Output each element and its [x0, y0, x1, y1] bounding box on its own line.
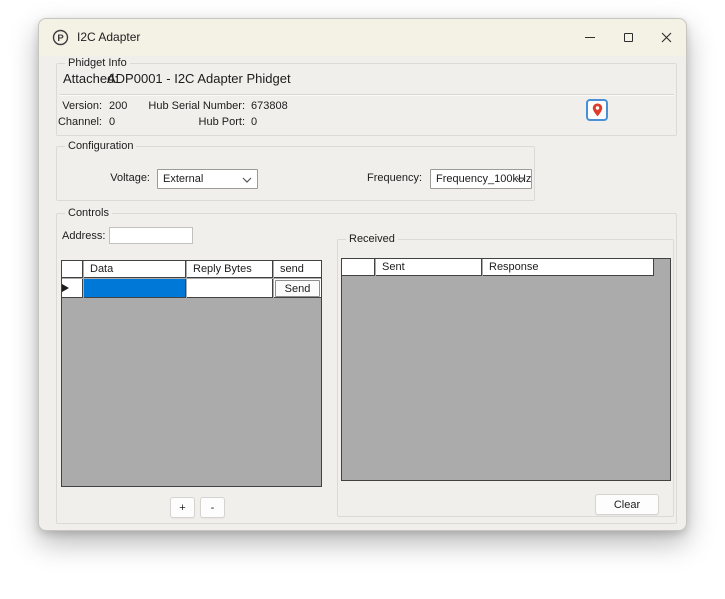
clear-button[interactable]: Clear — [595, 494, 659, 515]
channel-value: 0 — [109, 116, 115, 128]
reply-bytes-cell[interactable] — [187, 279, 273, 298]
column-header-data[interactable]: Data — [84, 261, 186, 278]
column-header-sent[interactable]: Sent — [376, 259, 482, 276]
address-label: Address: — [62, 230, 105, 242]
row-selector-cell[interactable] — [62, 279, 83, 298]
phidget-info-group: Phidget Info Attached: ADP0001 - I2C Ada… — [56, 63, 677, 136]
configuration-group-label: Configuration — [65, 140, 136, 153]
received-group-label: Received — [346, 233, 398, 246]
chevron-down-icon — [516, 177, 526, 183]
add-row-button[interactable]: + — [170, 497, 195, 518]
minimize-button[interactable] — [571, 19, 609, 56]
grid-corner-header — [62, 261, 83, 278]
frequency-dropdown[interactable]: Frequency_100kHz — [430, 169, 532, 189]
svg-text:P: P — [57, 33, 64, 44]
column-header-send[interactable]: send — [274, 261, 321, 278]
maximize-icon — [624, 33, 633, 42]
voltage-selected-value: External — [163, 173, 203, 185]
controls-group-label: Controls — [65, 207, 112, 220]
channel-label: Channel: — [57, 116, 102, 128]
close-icon — [661, 32, 672, 43]
grid-corner-header — [342, 259, 375, 276]
received-group: Received Sent Response Clear — [337, 239, 674, 517]
version-label: Version: — [57, 100, 102, 112]
data-cell-selected[interactable] — [84, 279, 186, 298]
frequency-label: Frequency: — [342, 172, 422, 184]
column-header-reply-bytes[interactable]: Reply Bytes — [187, 261, 273, 278]
hub-serial-value: 673808 — [251, 100, 288, 112]
send-button[interactable]: Send — [275, 280, 320, 297]
window-title: I2C Adapter — [77, 19, 140, 56]
phidget-info-group-label: Phidget Info — [65, 57, 130, 70]
maximize-button[interactable] — [609, 19, 647, 56]
map-pin-icon — [592, 103, 603, 117]
hub-port-value: 0 — [251, 116, 257, 128]
attached-value: ADP0001 - I2C Adapter Phidget — [107, 71, 291, 86]
current-row-arrow-icon — [62, 284, 69, 292]
locate-device-button[interactable] — [586, 99, 608, 121]
close-button[interactable] — [647, 19, 685, 56]
column-header-response[interactable]: Response — [483, 259, 654, 276]
controls-group: Controls Address: Data Reply Bytes send … — [56, 213, 677, 524]
phidgets-logo-icon: P — [52, 29, 69, 46]
hub-serial-label: Hub Serial Number: — [117, 100, 245, 112]
app-window: P I2C Adapter Phidget Info Attached: ADP… — [38, 18, 687, 531]
received-table[interactable]: Sent Response — [341, 258, 671, 481]
configuration-group: Configuration Voltage: External Frequenc… — [56, 146, 535, 201]
minimize-icon — [585, 37, 595, 38]
separator — [59, 94, 674, 96]
voltage-dropdown[interactable]: External — [157, 169, 258, 189]
remove-row-button[interactable]: - — [200, 497, 225, 518]
title-bar[interactable]: P I2C Adapter — [39, 19, 686, 56]
send-data-grid[interactable]: Data Reply Bytes send Send — [61, 260, 322, 487]
chevron-down-icon — [242, 177, 252, 183]
voltage-label: Voltage: — [90, 172, 150, 184]
hub-port-label: Hub Port: — [117, 116, 245, 128]
address-input[interactable] — [109, 227, 193, 244]
